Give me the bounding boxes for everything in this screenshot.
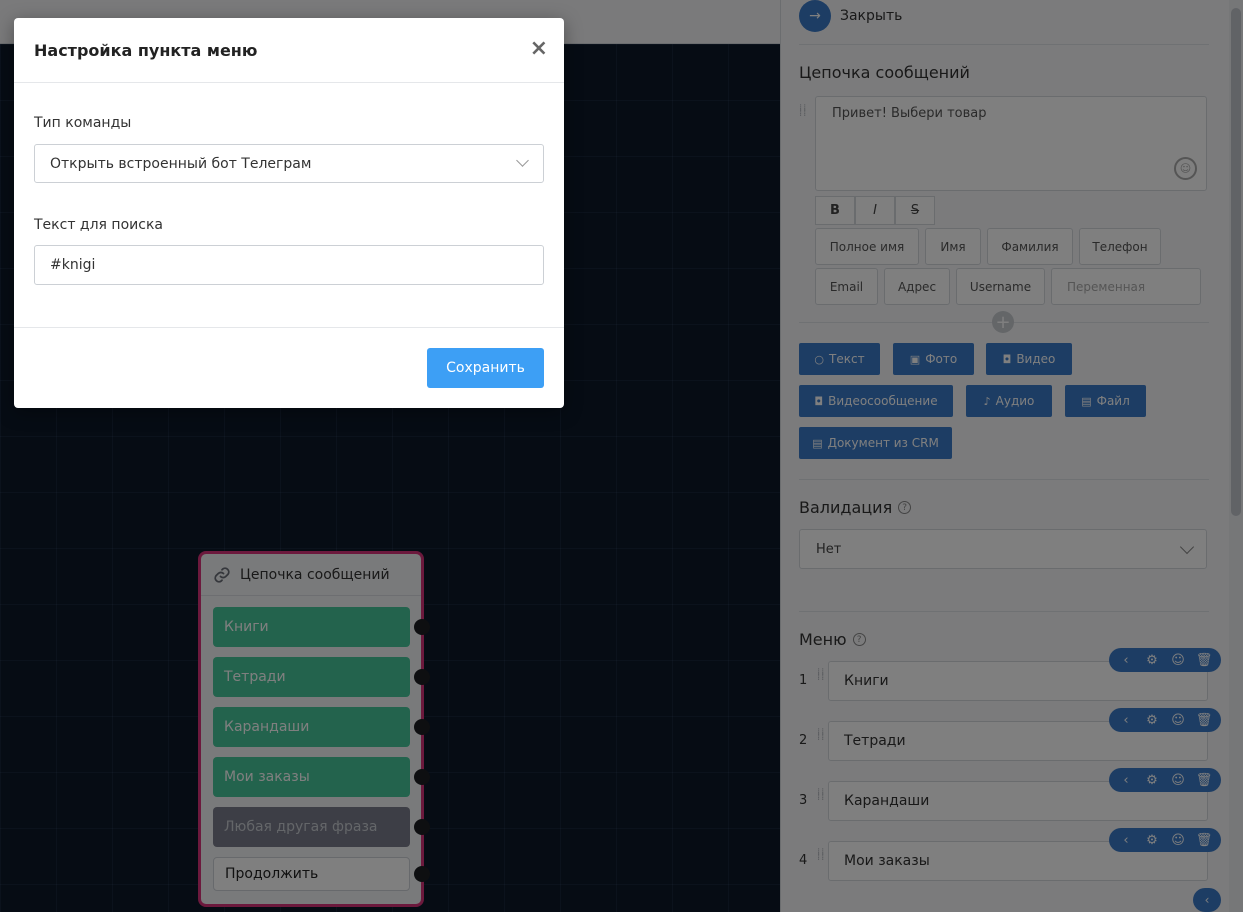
modal-title: Настройка пункта меню (34, 40, 258, 60)
modal-header: Настройка пункта меню (14, 18, 564, 83)
search-text-label: Текст для поиска (34, 217, 163, 233)
save-button[interactable]: Сохранить (427, 348, 544, 388)
menu-item-settings-modal: Настройка пункта меню × Тип команды Откр… (14, 18, 564, 408)
close-icon[interactable]: × (530, 38, 548, 60)
command-type-select[interactable]: Открыть встроенный бот Телеграм (34, 144, 544, 183)
command-type-label: Тип команды (34, 115, 132, 131)
modal-footer-divider (14, 327, 564, 328)
search-text-input[interactable]: #knigi (34, 245, 544, 285)
chevron-down-icon (516, 154, 529, 167)
command-type-value: Открыть встроенный бот Телеграм (50, 155, 312, 172)
